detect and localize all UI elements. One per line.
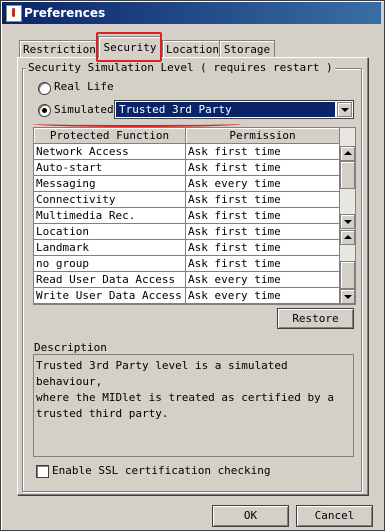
permissions-table: Protected Function Permission Network Ac…	[33, 127, 356, 305]
tab-restrictions[interactable]: Restrictions	[19, 40, 102, 58]
permission-cell[interactable]: Ask first time	[186, 256, 340, 272]
table-row[interactable]: Auto-start Ask first time	[34, 160, 340, 176]
chevron-down-icon[interactable]	[337, 102, 352, 117]
permission-cell[interactable]: Ask every time	[186, 272, 340, 288]
protected-function-cell: Write User Data Access	[34, 288, 186, 304]
protected-function-cell: Read User Data Access	[34, 272, 186, 288]
ssl-checkbox-label[interactable]: Enable SSL certification checking	[52, 464, 271, 477]
selected-level: Trusted 3rd Party	[116, 102, 335, 117]
column-header-permission[interactable]: Permission	[186, 128, 340, 144]
protected-function-cell: Auto-start	[34, 160, 186, 176]
title-bar[interactable]: Preferences	[2, 2, 381, 24]
simulated-label[interactable]: Simulated	[54, 103, 114, 116]
annotation-underline	[33, 121, 241, 127]
permission-cell[interactable]: Ask every time	[186, 288, 340, 304]
table-row[interactable]: Write User Data Access Ask every time	[34, 288, 340, 304]
tab-storage[interactable]: Storage	[219, 40, 275, 58]
scroll-thumb[interactable]	[340, 261, 355, 289]
description-label: Description	[34, 341, 107, 354]
scroll-up-icon[interactable]	[340, 230, 355, 245]
protected-function-cell: Messaging	[34, 176, 186, 192]
tab-location[interactable]: Location	[162, 40, 223, 58]
ok-button[interactable]: OK	[212, 505, 289, 527]
permission-cell[interactable]: Ask first time	[186, 160, 340, 176]
java-app-icon	[6, 5, 22, 22]
table-row[interactable]: Landmark Ask first time	[34, 240, 340, 256]
scroll-thumb[interactable]	[340, 161, 355, 189]
table-row[interactable]: Network Access Ask first time	[34, 144, 340, 160]
protected-function-cell: Landmark	[34, 240, 186, 256]
cancel-button[interactable]: Cancel	[296, 505, 373, 527]
permission-cell[interactable]: Ask first time	[186, 192, 340, 208]
protected-function-cell: no group	[34, 256, 186, 272]
permission-cell[interactable]: Ask first time	[186, 144, 340, 160]
table-row[interactable]: Location Ask first time	[34, 224, 340, 240]
column-header-function[interactable]: Protected Function	[34, 128, 186, 144]
simulated-radio[interactable]	[38, 104, 51, 117]
window-title: Preferences	[24, 6, 106, 20]
security-level-select[interactable]: Trusted 3rd Party	[114, 100, 354, 119]
real-life-label[interactable]: Real Life	[54, 80, 114, 93]
protected-function-cell: Connectivity	[34, 192, 186, 208]
protected-function-cell: Network Access	[34, 144, 186, 160]
table-row[interactable]: no group Ask first time	[34, 256, 340, 272]
permission-cell[interactable]: Ask every time	[186, 176, 340, 192]
permission-cell[interactable]: Ask first time	[186, 240, 340, 256]
description-text: Trusted 3rd Party level is a simulated b…	[33, 354, 354, 457]
permission-cell[interactable]: Ask first time	[186, 224, 340, 240]
table-scrollbar[interactable]	[340, 128, 355, 304]
tab-security[interactable]: Security	[98, 36, 162, 58]
protected-function-cell: Location	[34, 224, 186, 240]
protected-function-cell: Multimedia Rec.	[34, 208, 186, 224]
restore-button[interactable]: Restore	[277, 308, 354, 329]
ssl-checkbox[interactable]	[36, 465, 49, 478]
scroll-down-icon[interactable]	[340, 289, 355, 304]
table-row[interactable]: Read User Data Access Ask every time	[34, 272, 340, 288]
permission-cell[interactable]: Ask first time	[186, 208, 340, 224]
scroll-up-icon[interactable]	[340, 146, 355, 161]
scroll-down-icon[interactable]	[340, 214, 355, 229]
group-title: Security Simulation Level ( requires res…	[26, 61, 335, 74]
table-row[interactable]: Connectivity Ask first time	[34, 192, 340, 208]
table-row[interactable]: Messaging Ask every time	[34, 176, 340, 192]
real-life-radio[interactable]	[38, 82, 51, 95]
table-row[interactable]: Multimedia Rec. Ask first time	[34, 208, 340, 224]
